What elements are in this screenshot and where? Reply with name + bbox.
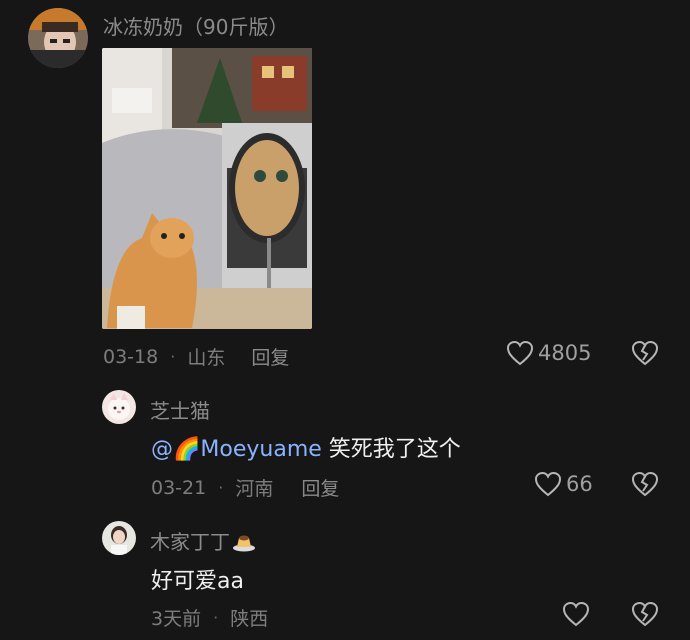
main-comment-meta: 03-18 · 山东 回复 <box>103 343 289 370</box>
broken-heart-icon <box>631 471 659 497</box>
main-comment-reply-button[interactable]: 回复 <box>251 343 289 370</box>
main-comment-location: 山东 <box>187 347 226 369</box>
avatar-reply-1[interactable] <box>102 390 136 424</box>
main-comment-like-button[interactable]: 4805 <box>506 340 591 366</box>
broken-heart-icon <box>631 340 659 366</box>
main-commenter-username[interactable]: 冰冻奶奶（90斤版） <box>103 11 288 40</box>
reply-1-dislike-button[interactable] <box>631 471 659 501</box>
reply-2-meta: 3天前 · 陕西 <box>151 604 268 631</box>
reply-1-body: 笑死我了这个 <box>328 437 461 462</box>
separator-dot: · <box>213 608 219 627</box>
reply-2-text: 好可爱aa <box>151 569 244 594</box>
broken-heart-icon <box>631 601 659 627</box>
reply-2-dislike-button[interactable] <box>631 601 659 631</box>
reply-1-text: @🌈Moeyuame 笑死我了这个 <box>151 431 461 463</box>
reply-1-location: 河南 <box>235 478 274 500</box>
reply-2-like-button[interactable] <box>562 601 590 631</box>
reply-2-location: 陕西 <box>230 608 269 630</box>
separator-dot: · <box>170 347 176 366</box>
reply-1-username[interactable]: 芝士猫 <box>150 395 210 424</box>
separator-dot: · <box>218 478 224 497</box>
reply-1-reply-button[interactable]: 回复 <box>301 474 339 501</box>
reply-2-date: 3天前 <box>151 608 202 630</box>
comment-image[interactable] <box>102 48 312 329</box>
reply-2-username-text: 木家丁丁 <box>150 530 230 554</box>
heart-outline-icon <box>506 340 534 366</box>
heart-outline-icon <box>562 601 590 627</box>
reply-1-like-count: 66 <box>566 472 593 496</box>
reply-1-mention[interactable]: @🌈Moeyuame <box>151 437 322 462</box>
reply-2-username[interactable]: 木家丁丁 <box>150 526 256 555</box>
reply-1-like-button[interactable]: 66 <box>534 471 593 497</box>
reply-1-date: 03-21 <box>151 476 207 499</box>
main-comment-date: 03-18 <box>103 345 159 368</box>
avatar-reply-2[interactable] <box>102 521 136 555</box>
main-comment-dislike-button[interactable] <box>631 340 659 370</box>
avatar-main-commenter[interactable] <box>28 8 88 68</box>
heart-outline-icon <box>534 471 562 497</box>
pudding-icon <box>233 535 255 552</box>
main-comment-like-count: 4805 <box>538 341 592 365</box>
reply-1-meta: 03-21 · 河南 回复 <box>151 474 339 501</box>
